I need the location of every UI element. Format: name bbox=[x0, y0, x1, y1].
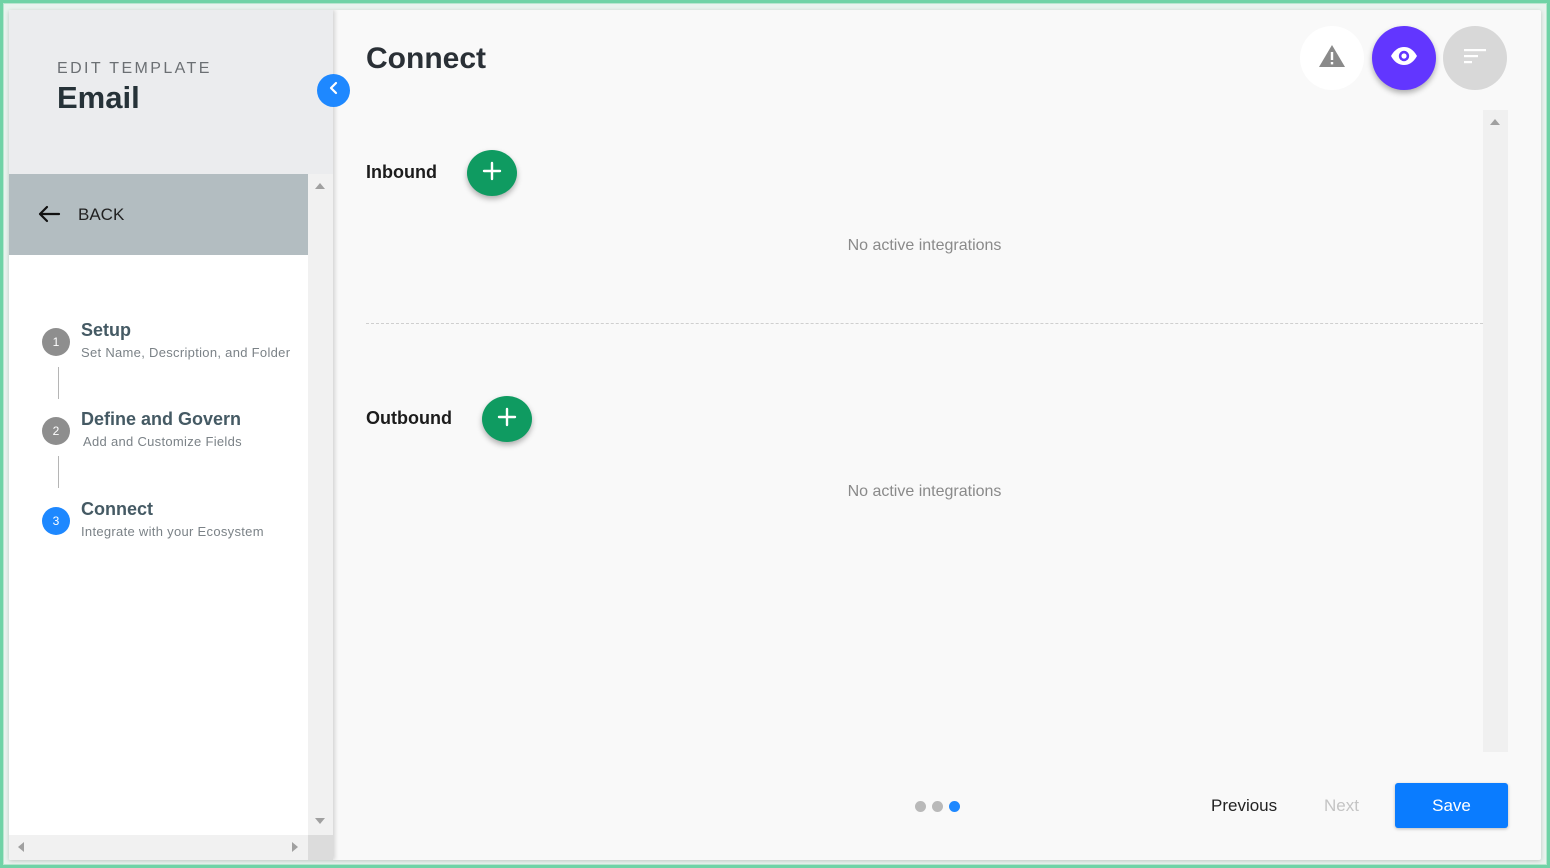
step-number-badge: 3 bbox=[42, 507, 70, 535]
integrations-panel: Inbound No active integrations Outbound bbox=[366, 110, 1508, 752]
sidebar-scroll-area: BACK 1 Setup Set Name, Description, and … bbox=[9, 174, 333, 860]
template-title: Email bbox=[57, 80, 140, 115]
pager-dot bbox=[915, 801, 926, 812]
inbound-empty-message: No active integrations bbox=[847, 237, 1002, 254]
preview-button[interactable] bbox=[1372, 26, 1436, 90]
chevron-left-icon bbox=[328, 81, 340, 100]
step-subtitle: Set Name, Description, and Folder bbox=[81, 345, 291, 360]
step-title: Connect bbox=[81, 499, 153, 519]
inbound-label: Inbound bbox=[366, 162, 437, 182]
outbound-empty-message: No active integrations bbox=[847, 483, 1002, 500]
collapse-sidebar-button[interactable] bbox=[317, 74, 350, 107]
step-subtitle: Add and Customize Fields bbox=[83, 434, 242, 449]
step-title: Define and Govern bbox=[81, 409, 242, 429]
scrollbar-corner bbox=[308, 835, 333, 860]
sidebar-header: EDIT TEMPLATE Email bbox=[9, 10, 333, 174]
plus-icon bbox=[497, 407, 517, 432]
plus-icon bbox=[482, 161, 502, 186]
step-connector bbox=[58, 456, 59, 488]
pager-dot bbox=[932, 801, 943, 812]
app-window: EDIT TEMPLATE Email BACK 1 Setup Set Nam… bbox=[9, 10, 1541, 860]
scroll-up-icon[interactable] bbox=[1490, 119, 1500, 125]
arrow-left-icon bbox=[37, 205, 61, 228]
sidebar-eyebrow: EDIT TEMPLATE bbox=[57, 60, 212, 77]
back-button[interactable]: BACK bbox=[9, 174, 308, 255]
step-title: Setup bbox=[81, 320, 132, 340]
step-connector bbox=[58, 367, 59, 399]
pager-dot-active bbox=[949, 801, 960, 812]
back-label: BACK bbox=[78, 205, 125, 224]
step-pager bbox=[915, 801, 960, 812]
sort-icon bbox=[1463, 47, 1487, 70]
sidebar-vertical-scrollbar[interactable] bbox=[308, 174, 333, 835]
warning-icon bbox=[1318, 44, 1346, 73]
outbound-label: Outbound bbox=[366, 408, 452, 428]
step-number-badge: 2 bbox=[42, 417, 70, 445]
eye-icon bbox=[1390, 46, 1418, 71]
sidebar-horizontal-scrollbar[interactable] bbox=[9, 835, 308, 860]
warnings-button[interactable] bbox=[1300, 26, 1364, 90]
scroll-up-icon[interactable] bbox=[315, 183, 325, 189]
step-number-badge: 1 bbox=[42, 328, 70, 356]
previous-button[interactable]: Previous bbox=[1211, 796, 1277, 816]
save-button[interactable]: Save bbox=[1395, 783, 1508, 828]
scroll-right-icon[interactable] bbox=[292, 842, 298, 852]
scroll-left-icon[interactable] bbox=[18, 842, 24, 852]
main-content: Connect Inbound No active integrations O… bbox=[333, 10, 1541, 860]
add-outbound-button[interactable] bbox=[482, 396, 532, 442]
section-divider bbox=[366, 323, 1483, 324]
content-vertical-scrollbar[interactable] bbox=[1483, 110, 1508, 752]
next-button: Next bbox=[1324, 796, 1359, 815]
sort-button[interactable] bbox=[1443, 26, 1507, 90]
step-subtitle: Integrate with your Ecosystem bbox=[81, 524, 264, 539]
scroll-down-icon[interactable] bbox=[315, 818, 325, 824]
sidebar: EDIT TEMPLATE Email BACK 1 Setup Set Nam… bbox=[9, 10, 333, 860]
add-inbound-button[interactable] bbox=[467, 150, 517, 196]
page-title: Connect bbox=[366, 42, 486, 75]
